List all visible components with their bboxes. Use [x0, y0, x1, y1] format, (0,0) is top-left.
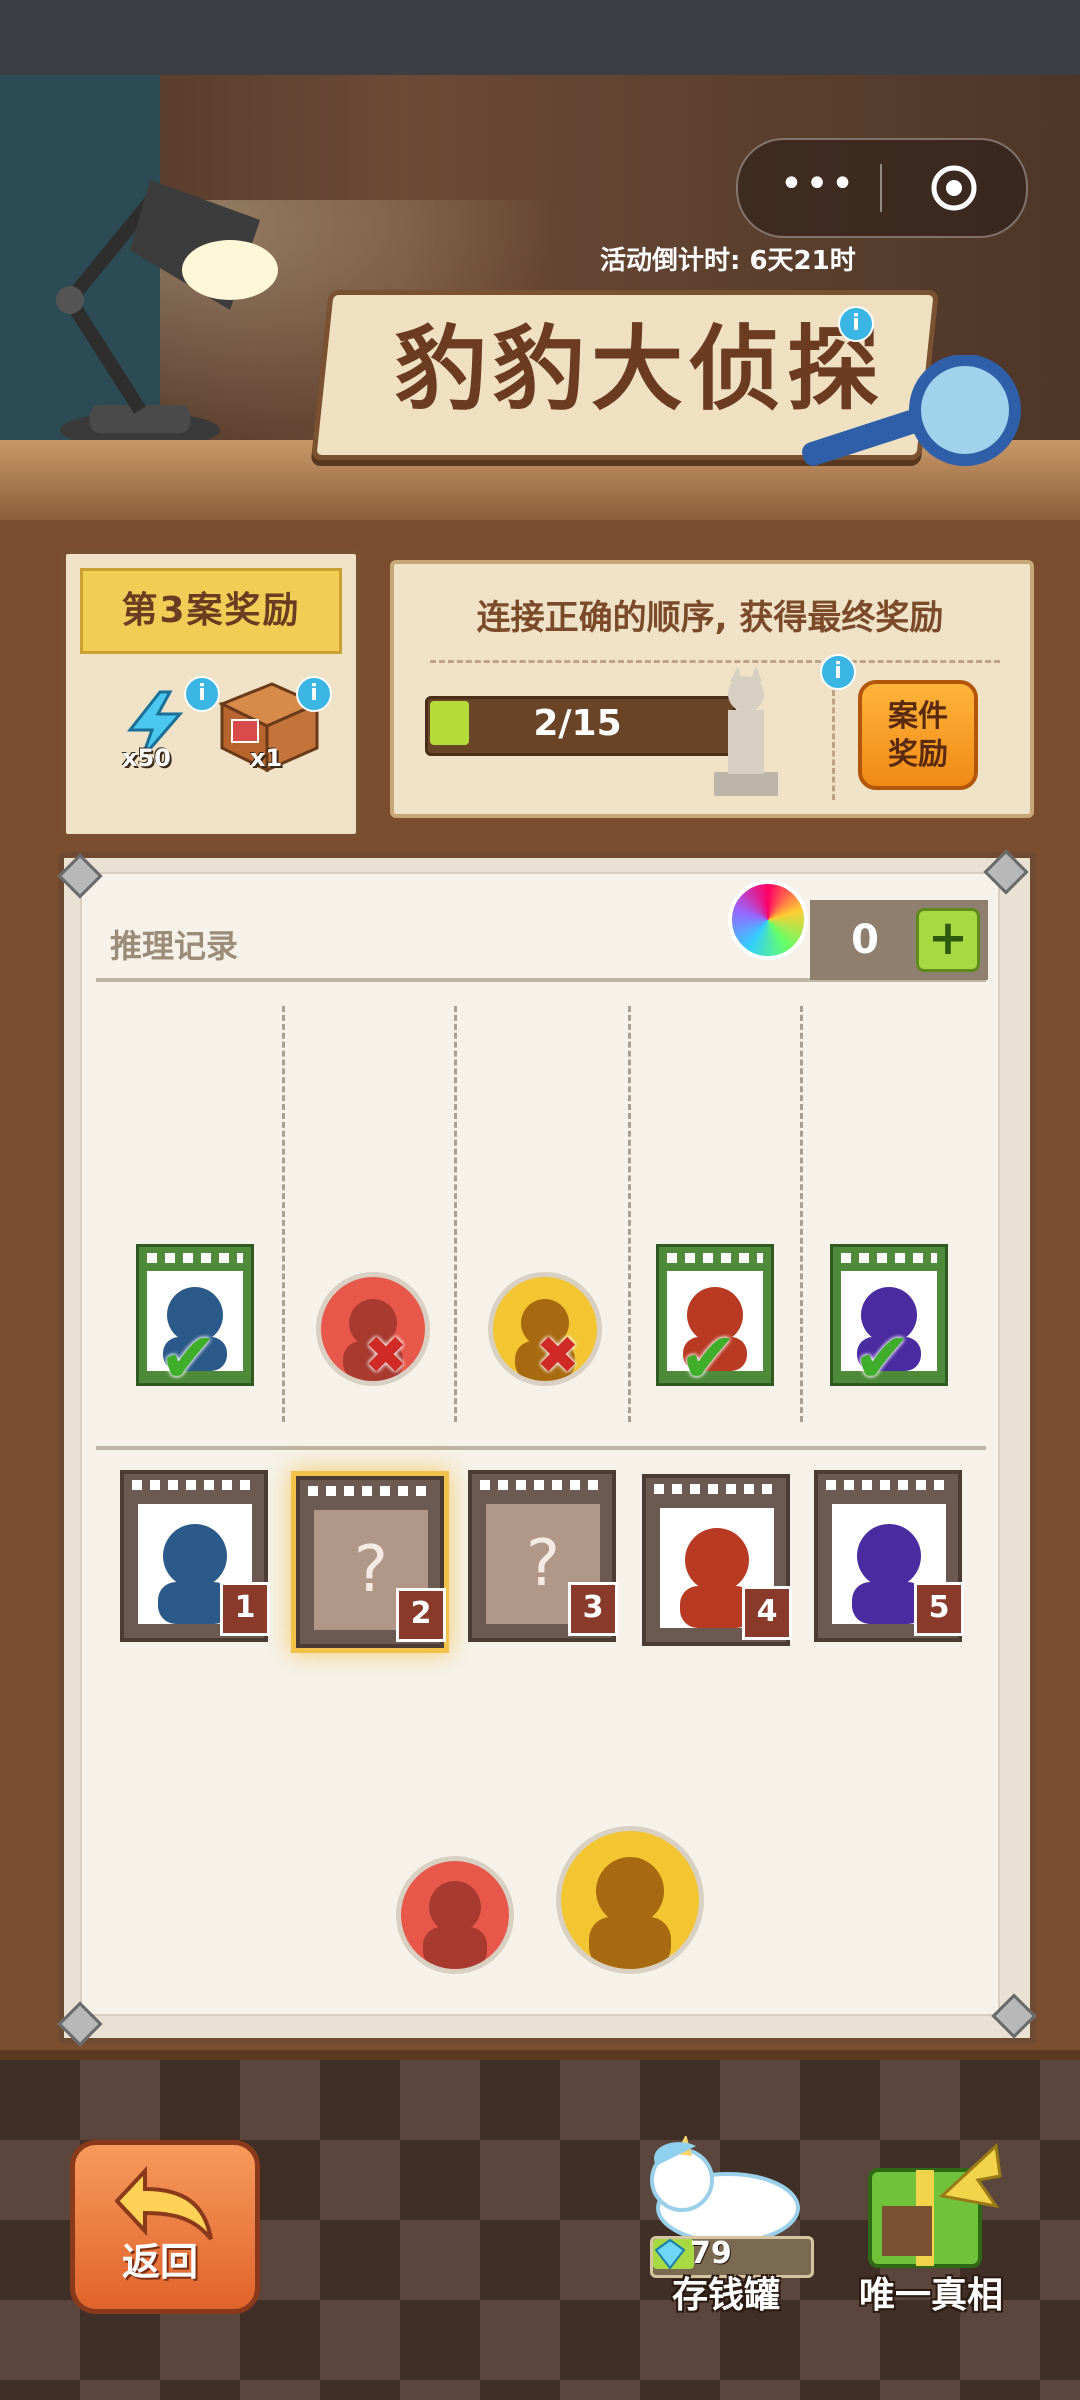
slot-number: 2 — [396, 1588, 446, 1642]
column-divider — [628, 1006, 631, 1422]
capsule-divider — [880, 164, 882, 212]
piggy-bank-label[interactable]: 存钱罐 — [636, 2266, 816, 2316]
add-button[interactable]: + — [916, 908, 980, 972]
correct-check-icon: ✔ — [853, 1317, 912, 1399]
lightning-quantity: x50 — [122, 744, 171, 772]
crate-info-icon[interactable]: i — [296, 676, 332, 712]
wrong-x-icon: ✖ — [364, 1326, 408, 1386]
slot-number: 4 — [742, 1586, 792, 1640]
answer-slot-1[interactable]: 1 — [120, 1470, 270, 1642]
case-reward-label-line2: 奖励 — [888, 737, 948, 772]
statue-info-icon[interactable]: i — [820, 654, 856, 690]
unicorn-piggy-bank-icon[interactable] — [636, 2136, 816, 2246]
rainbow-pin-icon — [728, 880, 808, 960]
paper-sheet — [80, 872, 1000, 2016]
case-reward-button[interactable]: 案件 奖励 — [858, 680, 978, 790]
deduction-record-label: 推理记录 — [110, 927, 239, 965]
gift-box-icon[interactable] — [846, 2136, 1016, 2276]
objective-vertical-divider — [832, 690, 835, 800]
suspect-token-red[interactable] — [396, 1856, 514, 1974]
answer-slot-3[interactable]: ? 3 — [468, 1470, 618, 1642]
history-card-4: ✔ — [656, 1244, 774, 1393]
back-arrow-icon — [115, 2165, 213, 2241]
wrong-x-icon: ✖ — [536, 1326, 580, 1386]
history-card-5: ✔ — [830, 1244, 948, 1393]
back-label: 返回 — [121, 2240, 198, 2284]
mini-program-capsule: ••• — [736, 138, 1028, 238]
case-reward-label-line1: 案件 — [888, 699, 948, 734]
target-icon[interactable] — [930, 164, 978, 212]
desk-lamp-icon — [56, 180, 278, 448]
suspect-token-yellow[interactable] — [556, 1826, 704, 1974]
case-reward-banner: 第3案奖励 — [80, 568, 342, 654]
more-options-icon[interactable]: ••• — [778, 164, 858, 212]
event-countdown: 活动倒计时: 6天21时 — [600, 246, 856, 276]
record-counter: 0 — [851, 917, 879, 963]
character-silhouette — [423, 1881, 487, 1969]
history-card-1: ✔ — [136, 1244, 254, 1393]
column-divider — [282, 1006, 285, 1422]
crate-quantity: x1 — [250, 744, 283, 772]
objective-text: 连接正确的顺序, 获得最终奖励 — [476, 598, 944, 638]
progress-label: 2/15 — [533, 703, 622, 744]
answer-slot-5[interactable]: 5 — [814, 1470, 964, 1642]
correct-check-icon: ✔ — [159, 1317, 218, 1399]
board-divider — [96, 1446, 986, 1450]
slot-number: 3 — [568, 1582, 618, 1636]
column-divider — [454, 1006, 457, 1422]
magnifying-glass-icon — [802, 355, 1021, 466]
slot-number: 5 — [914, 1582, 964, 1636]
ceiling — [0, 0, 1080, 75]
only-truth-label[interactable]: 唯一真相 — [836, 2266, 1026, 2316]
column-divider — [800, 1006, 803, 1422]
detective-statue-icon — [714, 666, 778, 796]
correct-check-icon: ✔ — [679, 1317, 738, 1399]
character-silhouette — [589, 1857, 671, 1969]
slot-number: 1 — [220, 1582, 270, 1636]
answer-slot-2[interactable]: ? 2 — [296, 1476, 446, 1648]
answer-slot-4[interactable]: 4 — [642, 1474, 792, 1646]
title-info-icon[interactable]: i — [838, 306, 874, 342]
